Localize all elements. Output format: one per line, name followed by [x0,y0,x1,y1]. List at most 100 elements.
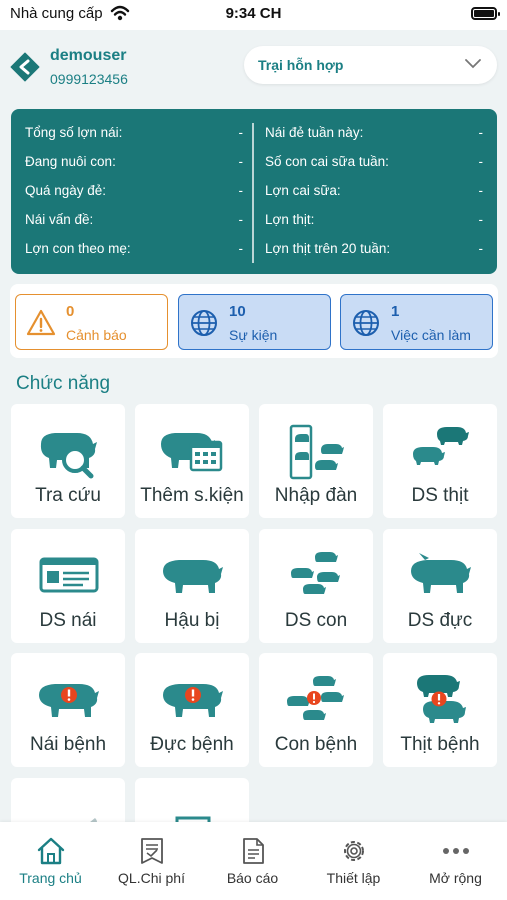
stat-label: Lợn con theo mẹ: [25,241,131,256]
function-label: Con bệnh [274,734,358,755]
tab-settings[interactable]: Thiết lập [303,822,404,900]
todo-label: Việc cần làm [391,327,471,343]
function-ds-duc[interactable]: DS đực [383,529,497,643]
user-phone: 0999123456 [50,71,128,87]
function-label: Thêm s.kiện [140,485,244,506]
function-label: DS con [284,610,348,631]
stats-left-column: Tổng số lợn nái: - Đang nuôi con: - Quá ng… [25,119,243,264]
function-thit-benh[interactable]: Thịt bệnh [383,653,497,767]
stat-value: - [238,154,244,169]
bottom-tab-bar: Trang chủ QL.Chi phí Báo cáo Thiết lập M… [0,822,507,900]
farm-selector[interactable]: Trại hỗn hợp [244,46,497,84]
stat-row: Nái vấn đề: - [25,206,243,235]
stat-label: Đang nuôi con: [25,154,116,169]
stat-value: - [478,183,484,198]
stat-row: Đang nuôi con: - [25,148,243,177]
section-title: Chức năng [16,373,111,394]
function-label: DS thịt [411,485,469,506]
events-card[interactable]: 10 Sự kiện [178,294,331,350]
function-them-su-kien[interactable]: Thêm s.kiện [135,404,249,518]
stat-label: Tổng số lợn nái: [25,125,123,140]
stat-row: Lợn thịt trên 20 tuần: - [265,235,483,264]
stats-right-column: Nái đẻ tuần này: - Số con cai sữa tuần: - … [265,119,483,264]
herd-stats-panel: Tổng số lợn nái: - Đang nuôi con: - Quá ng… [11,109,497,274]
tab-label: Trang chủ [19,870,82,886]
function-label: DS nái [39,610,97,631]
pig-calendar-icon [161,433,223,472]
stat-row: Lợn con theo mẹ: - [25,235,243,264]
tab-label: Thiết lập [326,870,381,886]
clock: 9:34 CH [225,5,282,22]
piglets-icon [291,552,340,594]
function-nai-benh[interactable]: Nái bệnh [11,653,125,767]
todo-card[interactable]: 1 Việc cần làm [340,294,493,350]
function-label: Tra cứu [35,485,101,506]
globe-icon [191,310,217,336]
stat-value: - [238,241,244,256]
tab-label: Mở rộng [429,870,482,886]
function-label: DS đực [407,610,473,631]
function-con-benh[interactable]: Con bệnh [259,653,373,767]
stat-row: Tổng số lợn nái: - [25,119,243,148]
function-ds-thit[interactable]: DS thịt [383,404,497,518]
function-hau-bi[interactable]: Hậu bị [135,529,249,643]
summary-bar: 0 Cảnh báo 10 Sự kiện 1 Việc cần làm [10,284,498,358]
stat-row: Quá ngày đẻ: - [25,177,243,206]
header: demouser 0999123456 Trại hỗn hợp [0,30,507,104]
stat-label: Lợn thịt trên 20 tuần: [265,241,391,256]
sick-piglet-icon [287,676,344,720]
stat-label: Lợn cai sữa: [265,183,341,198]
tab-more[interactable]: Mở rộng [405,822,506,900]
function-tra-cuu[interactable]: Tra cứu [11,404,125,518]
stat-value: - [478,125,484,140]
stat-value: - [238,125,244,140]
function-label: Nái bệnh [29,734,107,755]
more-icon [443,848,469,854]
back-icon[interactable] [10,52,40,82]
function-ds-nai[interactable]: DS nái [11,529,125,643]
function-label: Nhập đàn [274,485,358,506]
tab-label: QL.Chi phí [118,870,185,886]
stat-value: - [238,212,244,227]
stat-label: Lợn thịt: [265,212,315,227]
warning-icon [26,309,56,336]
stat-label: Quá ngày đẻ: [25,183,107,198]
pig-group-icon [413,427,469,465]
warnings-card[interactable]: 0 Cảnh báo [15,294,168,350]
sick-sow-icon [39,684,99,717]
report-icon [243,838,264,864]
warnings-label: Cảnh báo [66,327,127,343]
boar-icon [411,553,471,593]
warnings-count: 0 [66,303,75,320]
tab-reports[interactable]: Báo cáo [202,822,303,900]
events-count: 10 [229,303,246,320]
stat-row: Nái đẻ tuần này: - [265,119,483,148]
pig-import-icon [289,424,344,480]
pig-search-icon [40,433,97,479]
sick-fattener-icon [417,675,466,723]
stat-row: Lợn thịt: - [265,206,483,235]
stat-label: Nái vấn đề: [25,212,94,227]
farm-selector-value: Trại hỗn hợp [258,57,344,73]
stat-value: - [478,154,484,169]
function-ds-con[interactable]: DS con [259,529,373,643]
tab-expenses[interactable]: QL.Chi phí [101,822,202,900]
status-bar: Nhà cung cấp 9:34 CH [0,0,507,30]
function-label: Đực bệnh [150,734,234,755]
globe-icon [353,310,379,336]
tab-home[interactable]: Trang chủ [0,822,101,900]
function-duc-benh[interactable]: Đực bệnh [135,653,249,767]
receipt-icon [141,838,163,864]
events-label: Sự kiện [229,327,278,343]
tab-label: Báo cáo [226,870,279,886]
todo-count: 1 [391,303,400,320]
stats-divider [252,123,254,263]
chevron-down-icon [465,59,481,69]
stat-label: Số con cai sữa tuần: [265,154,389,169]
stat-label: Nái đẻ tuần này: [265,125,364,140]
stat-value: - [478,212,484,227]
sick-boar-icon [163,684,223,717]
username: demouser [50,47,127,64]
function-nhap-dan[interactable]: Nhập đàn [259,404,373,518]
settings-icon [344,841,364,861]
